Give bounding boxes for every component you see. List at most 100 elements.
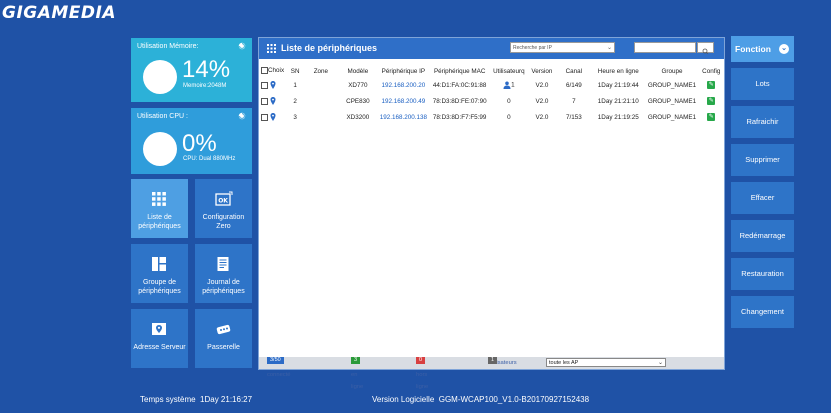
row-channel: 6/149	[565, 81, 582, 89]
tile-gateway[interactable]: Passerelle	[195, 309, 252, 368]
row-uptime: 1Day 21:19:25	[597, 113, 639, 121]
ap-filter-value: toute les AP	[549, 360, 579, 366]
search-input[interactable]	[634, 42, 696, 53]
row-choice	[260, 77, 288, 93]
row-model: CPE830	[346, 97, 370, 105]
tile-label: Passerelle	[207, 344, 240, 351]
refresh-icon[interactable]	[238, 42, 246, 50]
row-uptime: 1Day 21:21:10	[597, 97, 639, 105]
row-zone	[303, 77, 339, 93]
select-all-checkbox[interactable]	[261, 67, 268, 75]
col-sn: SN	[290, 67, 300, 75]
search-type-value: Recherche par IP	[513, 45, 552, 51]
row-users: 0	[507, 113, 511, 121]
document-icon	[217, 257, 229, 271]
row-config[interactable]: ✎	[700, 93, 723, 109]
user-icon	[503, 81, 511, 89]
function-label: Fonction	[735, 44, 771, 54]
table-row[interactable]: 3 XD3200 192.168.200.138 78:D3:8D:F7:F5:…	[260, 109, 723, 125]
map-pin-icon	[152, 323, 166, 335]
row-users: 0	[507, 97, 511, 105]
gateway-icon	[216, 324, 231, 335]
search-button[interactable]	[697, 42, 714, 55]
table-row[interactable]: 1 XD770 192.168.200.20 44:D1:FA:0C:91:88…	[260, 77, 723, 93]
device-list-panel: Liste de périphériques Recherche par IP …	[258, 37, 725, 390]
row-checkbox[interactable]	[261, 81, 268, 89]
cpu-title: Utilisation CPU :	[137, 113, 188, 120]
location-pin-icon[interactable]	[270, 113, 276, 121]
tile-label: périphériques	[202, 288, 245, 295]
col-zone: Zone	[313, 67, 329, 75]
cpu-detail: CPU: Dual 880MHz	[183, 156, 236, 162]
row-zone	[303, 93, 339, 109]
row-users[interactable]: 1	[489, 77, 528, 93]
row-mac: 78:D3:8D:F7:F5:99	[432, 113, 487, 121]
edit-config-icon[interactable]: ✎	[707, 97, 716, 105]
tile-zero-config[interactable]: OK Configuration Zero	[195, 179, 252, 238]
row-channel: 7	[572, 97, 576, 105]
device-table: Choix SN Zone Modèle Périphérique IP Pér…	[260, 65, 723, 125]
row-ip-link[interactable]: 192.168.200.20	[377, 77, 430, 93]
tile-label: Liste de	[147, 214, 172, 221]
chevron-down-icon: ⌄	[657, 360, 663, 366]
delete-button[interactable]: Supprimer	[731, 144, 794, 176]
ap-connected-badge: 3/50	[267, 357, 284, 364]
tile-device-list[interactable]: Liste de périphériques	[131, 179, 188, 238]
svg-text:OK: OK	[218, 198, 228, 205]
tile-device-log[interactable]: Journal de périphériques	[195, 244, 252, 303]
row-choice	[260, 109, 288, 125]
ap-filter-select[interactable]: toute les AP ⌄	[546, 358, 666, 367]
location-pin-icon[interactable]	[270, 81, 276, 89]
restart-button[interactable]: Redémarrage	[731, 220, 794, 252]
row-channel: 7/153	[565, 113, 582, 121]
lots-button[interactable]: Lots	[731, 68, 794, 100]
location-pin-icon[interactable]	[270, 97, 276, 105]
chevron-down-icon: ⌄	[606, 45, 612, 51]
col-config: Config	[702, 67, 721, 75]
row-mac: 44:D1:FA:0C:91:88	[432, 81, 487, 89]
memory-usage-card: Utilisation Mémoire: 14% Memoire:2048M	[131, 38, 252, 102]
ap-offline-badge: 0	[416, 357, 426, 364]
row-group: GROUP_NAME1	[647, 81, 697, 89]
row-ip-link[interactable]: 192.168.200.138	[377, 109, 430, 125]
cpu-gauge	[143, 132, 177, 166]
grid-icon	[152, 192, 166, 206]
row-sn: 3	[293, 113, 297, 121]
restore-button[interactable]: Restauration	[731, 258, 794, 290]
row-ip-link[interactable]: 192.168.200.49	[377, 93, 430, 109]
change-button[interactable]: Changement	[731, 296, 794, 328]
tile-server-address[interactable]: Adresse Serveur	[131, 309, 188, 368]
status-bar: AP connecté 3/50 AP en ligne 3 AP hors l…	[259, 357, 724, 390]
row-config[interactable]: ✎	[700, 77, 723, 93]
row-group: GROUP_NAME1	[647, 113, 697, 121]
row-config[interactable]: ✎	[700, 109, 723, 125]
row-checkbox[interactable]	[261, 113, 268, 121]
row-uptime: 1Day 21:19:44	[597, 81, 639, 89]
refresh-button[interactable]: Rafraichir	[731, 106, 794, 138]
function-menu-header[interactable]: Fonction ⌄	[731, 36, 794, 62]
memory-gauge	[143, 60, 177, 94]
row-checkbox[interactable]	[261, 97, 268, 105]
panel-title: Liste de périphériques	[281, 43, 378, 53]
row-version: V2.0	[535, 113, 549, 121]
refresh-icon[interactable]	[238, 112, 246, 120]
row-group: GROUP_NAME1	[647, 97, 697, 105]
search-type-select[interactable]: Recherche par IP ⌄	[510, 42, 615, 53]
col-uptime: Heure en ligne	[597, 67, 639, 75]
chevron-down-icon: ⌄	[779, 44, 789, 54]
tile-label: périphériques	[138, 288, 181, 295]
table-row[interactable]: 2 CPE830 192.168.200.49 78:D3:8D:FE:07:9…	[260, 93, 723, 109]
tile-label: Adresse Serveur	[133, 344, 186, 351]
tile-label: Groupe de	[142, 279, 177, 286]
tile-label: Configuration	[202, 214, 245, 221]
col-version: Version	[531, 67, 553, 75]
tile-label: périphériques	[138, 223, 181, 230]
row-mac: 78:D3:8D:FE:07:90	[432, 97, 487, 105]
row-zone	[303, 109, 339, 125]
cpu-usage-card: Utilisation CPU : 0% CPU: Dual 880MHz	[131, 108, 252, 174]
edit-config-icon[interactable]: ✎	[707, 81, 716, 89]
clear-button[interactable]: Effacer	[731, 182, 794, 214]
edit-config-icon[interactable]: ✎	[707, 113, 716, 121]
memory-title: Utilisation Mémoire:	[137, 43, 199, 50]
tile-device-group[interactable]: Groupe de périphériques	[131, 244, 188, 303]
